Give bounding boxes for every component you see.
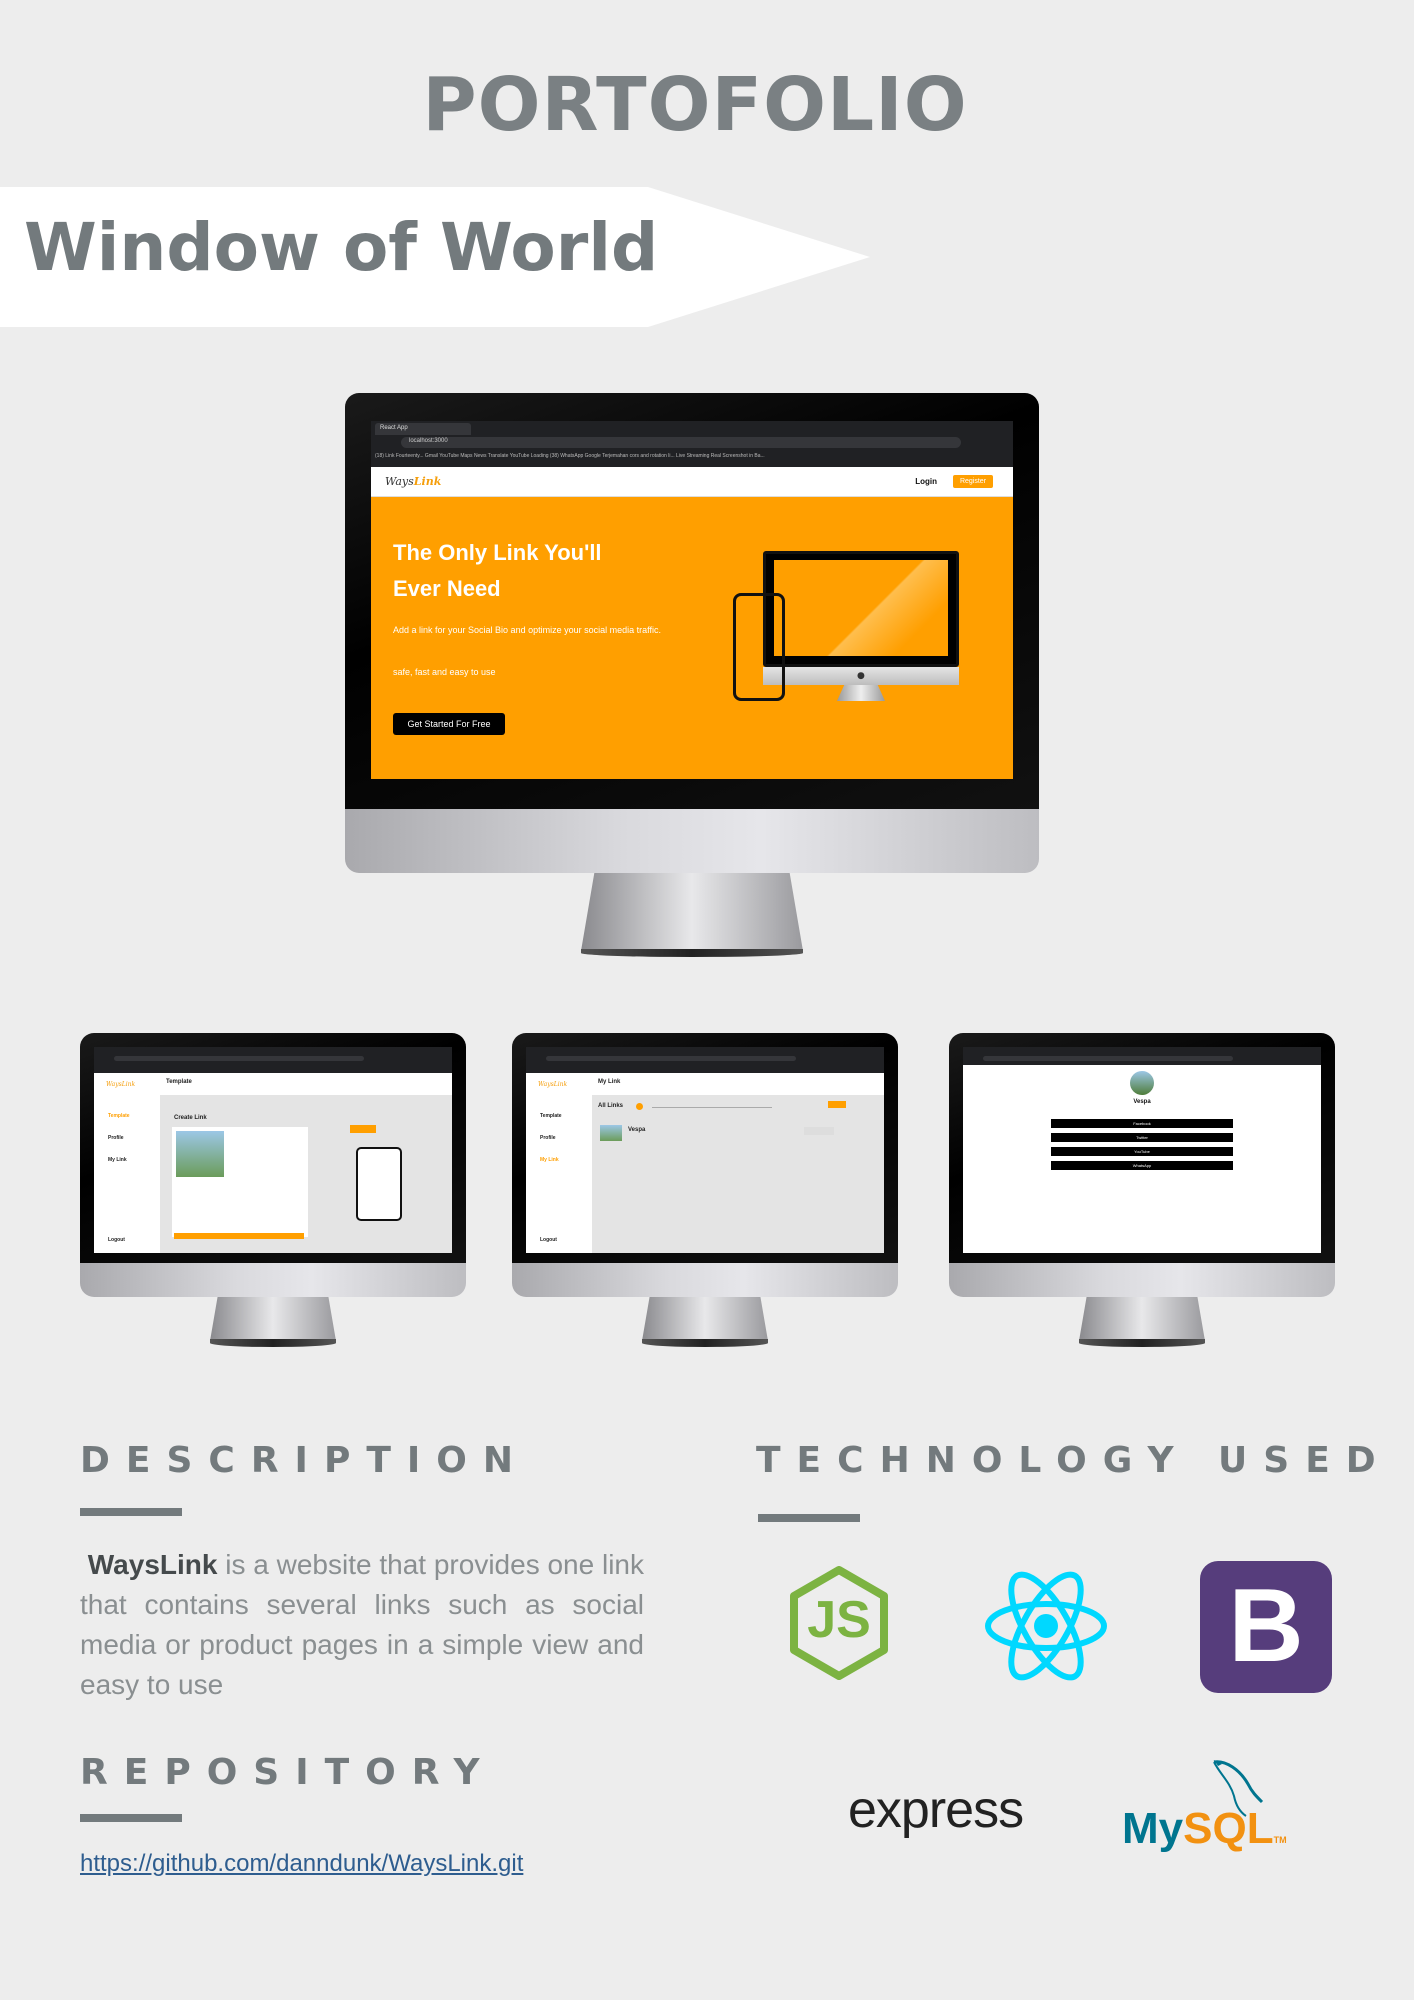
bootstrap-icon: B bbox=[1200, 1561, 1332, 1693]
apple-icon: ● bbox=[857, 671, 865, 681]
imac-illustration bbox=[763, 551, 959, 667]
screen-header: My Link bbox=[598, 1079, 621, 1085]
app-navbar: WaysLink Login Register bbox=[371, 467, 1013, 497]
screen-header: Template bbox=[166, 1079, 192, 1085]
hero-subtext: Add a link for your Social Bio and optim… bbox=[393, 625, 661, 635]
main-monitor-mockup: React App localhost:3000 (18) Link Fourt… bbox=[345, 393, 1039, 957]
menu-logout: Logout bbox=[108, 1237, 125, 1243]
description-text: WaysLink is a website that provides one … bbox=[80, 1549, 645, 1700]
phone-preview bbox=[356, 1147, 402, 1221]
main-screen: React App localhost:3000 (18) Link Fourt… bbox=[371, 421, 1013, 779]
description-heading: DESCRIPTION bbox=[80, 1440, 530, 1481]
menu-profile: Profile bbox=[540, 1135, 556, 1141]
phone-illustration bbox=[733, 593, 785, 701]
menu-template: Template bbox=[108, 1113, 130, 1119]
repository-link[interactable]: https://github.com/danndunk/WaysLink.git bbox=[80, 1850, 523, 1878]
react-icon bbox=[984, 1570, 1108, 1682]
vespa-thumbnail bbox=[600, 1125, 622, 1141]
bookmarks-bar: (18) Link Fourteenty... Gmail YouTube Ma… bbox=[375, 453, 765, 459]
preview-screen: Vespa Facebook Twitter YouTube WhatsApp bbox=[963, 1047, 1321, 1253]
imac-illustration-stand bbox=[837, 685, 885, 701]
nodejs-label: JS bbox=[807, 1591, 871, 1649]
hero-section: The Only Link You'll Ever Need Add a lin… bbox=[371, 497, 1013, 779]
nodejs-icon: JS bbox=[788, 1566, 890, 1680]
link-button-whatsapp: WhatsApp bbox=[1051, 1161, 1233, 1170]
profile-name: Vespa bbox=[1133, 1099, 1151, 1105]
create-link-title: Create Link bbox=[174, 1115, 207, 1121]
bootstrap-label: B bbox=[1228, 1568, 1304, 1684]
project-title: Window of World bbox=[24, 209, 659, 286]
browser-chrome: React App localhost:3000 (18) Link Fourt… bbox=[371, 421, 1013, 467]
menu-my-link: My Link bbox=[540, 1157, 559, 1163]
address-bar: localhost:3000 bbox=[401, 437, 961, 448]
monitor-mockup-template: WaysLink Template Profile My Link Logout… bbox=[80, 1033, 466, 1347]
all-links-label: All Links bbox=[598, 1103, 624, 1109]
menu-my-link: My Link bbox=[108, 1157, 127, 1163]
browser-tab: React App bbox=[375, 423, 471, 435]
login-link: Login bbox=[915, 477, 937, 486]
wayslink-logo-small: WaysLink bbox=[538, 1081, 568, 1088]
imac-illustration-chin: ● bbox=[763, 667, 959, 685]
wayslink-logo-small: WaysLink bbox=[106, 1081, 136, 1088]
description-rule bbox=[80, 1508, 182, 1516]
menu-template: Template bbox=[540, 1113, 562, 1119]
wayslink-logo: WaysLink bbox=[385, 475, 442, 488]
technology-rule bbox=[758, 1514, 860, 1522]
link-button-youtube: YouTube bbox=[1051, 1147, 1233, 1156]
hero-headline: The Only Link You'll Ever Need bbox=[393, 540, 602, 601]
page-title: PORTOFOLIO bbox=[422, 62, 968, 148]
menu-profile: Profile bbox=[108, 1135, 124, 1141]
template-screen: WaysLink Template Profile My Link Logout… bbox=[94, 1047, 452, 1253]
link-button-twitter: Twitter bbox=[1051, 1133, 1233, 1142]
mysql-icon: MySQLTM bbox=[1122, 1756, 1287, 1860]
monitor-mockup-preview: Vespa Facebook Twitter YouTube WhatsApp bbox=[949, 1033, 1335, 1347]
my-link-screen: WaysLink Template Profile My Link Logout… bbox=[526, 1047, 884, 1253]
repository-rule bbox=[80, 1814, 182, 1822]
link-item-name: Vespa bbox=[628, 1127, 646, 1133]
get-started-button: Get Started For Free bbox=[393, 713, 505, 735]
menu-logout: Logout bbox=[540, 1237, 557, 1243]
link-button-facebook: Facebook bbox=[1051, 1119, 1233, 1128]
repository-heading: REPOSITORY bbox=[80, 1752, 496, 1793]
monitor-mockup-my-link: WaysLink Template Profile My Link Logout… bbox=[512, 1033, 898, 1347]
profile-avatar bbox=[1130, 1071, 1154, 1095]
hero-tagline: safe, fast and easy to use bbox=[393, 667, 496, 677]
technology-heading: TECHNOLOGY USED bbox=[756, 1440, 1392, 1481]
register-button: Register bbox=[953, 475, 993, 488]
project-banner: Window of World bbox=[0, 187, 870, 327]
vespa-image bbox=[176, 1131, 224, 1177]
express-icon: express bbox=[848, 1781, 1024, 1839]
